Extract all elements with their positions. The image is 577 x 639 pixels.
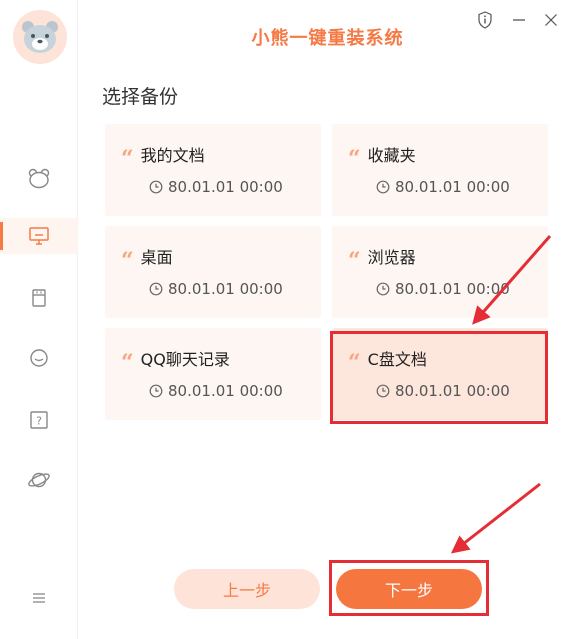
clock-icon [149, 384, 163, 398]
close-icon [545, 14, 557, 26]
clock-icon [149, 282, 163, 296]
quote-icon: “ [121, 250, 134, 266]
menu-button[interactable] [0, 580, 78, 616]
svg-text:?: ? [36, 415, 42, 428]
card-time: 80.01.01 00:00 [168, 382, 283, 400]
card-name: C盘文档 [367, 350, 427, 369]
clock-icon [149, 180, 163, 194]
backup-card-qq-chat[interactable]: “ QQ聊天记录 80.01.01 00:00 [105, 328, 321, 420]
sidebar-item-usb[interactable] [0, 280, 78, 316]
close-button[interactable] [540, 9, 562, 31]
sidebar-item-reinstall[interactable] [0, 160, 78, 196]
monitor-icon [29, 227, 49, 245]
help-icon: ? [30, 411, 48, 429]
usb-drive-icon [32, 289, 46, 307]
card-time: 80.01.01 00:00 [395, 382, 510, 400]
info-button[interactable] [474, 9, 496, 31]
section-title: 选择备份 [102, 86, 179, 108]
sidebar-item-explore[interactable] [0, 462, 78, 498]
chat-icon [30, 349, 48, 367]
quote-icon: “ [348, 352, 361, 368]
clock-icon [376, 282, 390, 296]
menu-icon [33, 593, 45, 603]
card-name: QQ聊天记录 [140, 350, 230, 369]
sidebar-item-backup[interactable] [0, 218, 78, 254]
sidebar-item-help[interactable]: ? [0, 402, 78, 438]
card-time: 80.01.01 00:00 [395, 178, 510, 196]
info-icon [478, 11, 492, 29]
clock-icon [376, 180, 390, 194]
quote-icon: “ [348, 250, 361, 266]
backup-card-desktop[interactable]: “ 桌面 80.01.01 00:00 [105, 226, 321, 318]
card-name: 浏览器 [367, 248, 416, 267]
quote-icon: “ [348, 148, 361, 164]
clock-icon [376, 384, 390, 398]
bear-logo-avatar [13, 10, 67, 64]
minimize-button[interactable] [508, 9, 530, 31]
next-step-button[interactable]: 下一步 [336, 569, 482, 609]
card-name: 我的文档 [140, 146, 205, 165]
backup-card-browser[interactable]: “ 浏览器 80.01.01 00:00 [332, 226, 548, 318]
annotation-arrows [450, 235, 552, 554]
bear-icon [28, 168, 50, 189]
card-time: 80.01.01 00:00 [168, 280, 283, 298]
bear-logo-icon [22, 21, 58, 53]
minimize-icon [513, 19, 525, 21]
backup-card-my-documents[interactable]: “ 我的文档 80.01.01 00:00 [105, 124, 321, 216]
sidebar-item-chat[interactable] [0, 340, 78, 376]
backup-card-favorites[interactable]: “ 收藏夹 80.01.01 00:00 [332, 124, 548, 216]
card-name: 收藏夹 [367, 146, 416, 165]
sidebar: ? [0, 0, 78, 639]
card-time: 80.01.01 00:00 [395, 280, 510, 298]
window-title: 小熊一键重装系统 [251, 28, 404, 49]
planet-icon [28, 472, 50, 488]
card-time: 80.01.01 00:00 [168, 178, 283, 196]
backup-card-c-drive-documents[interactable]: “ C盘文档 80.01.01 00:00 [332, 328, 548, 420]
card-name: 桌面 [140, 248, 173, 267]
quote-icon: “ [121, 148, 134, 164]
quote-icon: “ [121, 352, 134, 368]
prev-step-button[interactable]: 上一步 [174, 569, 320, 609]
arrow-to-next-button [450, 482, 541, 554]
